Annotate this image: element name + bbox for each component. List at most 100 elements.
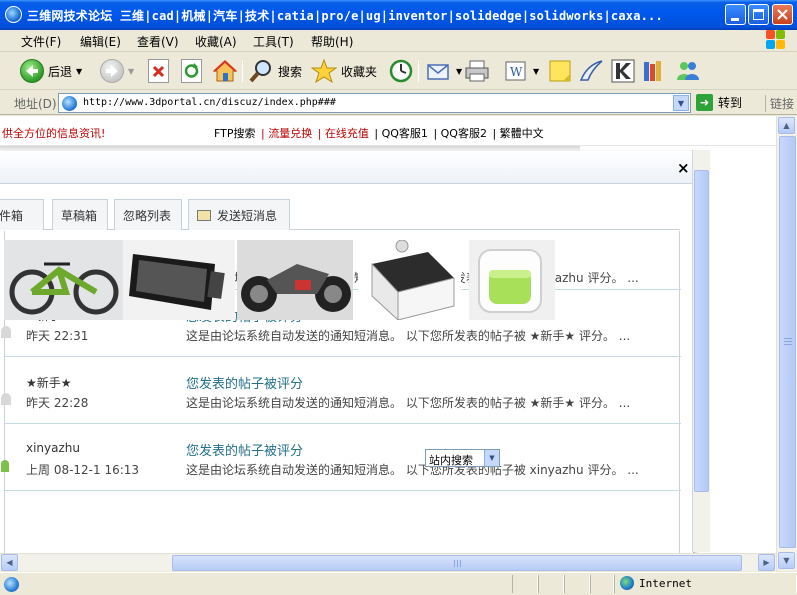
window-titlebar[interactable]: 三维网技术论坛 三维|cad|机械|汽车|技术|catia|pro/e|ug|i… xyxy=(0,0,797,30)
message-subject-link[interactable]: 您发表的帖子被评分 xyxy=(186,373,303,392)
go-arrow-icon: ➜ xyxy=(696,94,713,111)
forward-button[interactable]: ▼ xyxy=(100,56,134,86)
refresh-button[interactable] xyxy=(181,56,202,86)
mail-icon xyxy=(427,64,449,80)
menu-file[interactable]: 文件(F) xyxy=(21,33,61,50)
links-button[interactable]: 链接 xyxy=(765,95,794,112)
bicycle-thumbnail[interactable] xyxy=(4,240,123,320)
star-icon xyxy=(311,58,337,84)
nav-link-traffic-exchange[interactable]: | 流量兑换 xyxy=(261,127,312,140)
menu-bar: 文件(F) 编辑(E) 查看(V) 收藏(A) 工具(T) 帮助(H) xyxy=(0,30,797,52)
stop-icon xyxy=(148,59,169,83)
favorites-button[interactable]: 收藏夹 xyxy=(311,56,377,86)
page-viewport[interactable]: 供全方位的信息资讯! FTP搜索 | 流量兑换 | 在线充值 | QQ客服1 |… xyxy=(0,116,776,553)
back-dropdown-icon[interactable]: ▼ xyxy=(76,67,82,76)
message-sender[interactable]: ★新手★ xyxy=(26,374,72,391)
research-button[interactable] xyxy=(641,56,667,86)
message-preview: 这是由论坛系统自动发送的通知短消息。 以下您所发表的帖子被 ★新手★ 评分。 .… xyxy=(186,396,631,410)
site-search-value: 站内搜索 xyxy=(429,454,473,467)
site-slogan: 供全方位的信息资讯! xyxy=(2,127,106,140)
site-search-select[interactable]: 站内搜索 ▼ xyxy=(425,449,500,467)
go-button[interactable]: ➜ 转到 xyxy=(696,94,742,111)
print-button[interactable] xyxy=(464,56,490,86)
ie-window-icon[interactable] xyxy=(5,6,22,23)
windows-logo-icon xyxy=(764,28,786,50)
nav-link-traditional-chinese[interactable]: | 繁體中文 xyxy=(492,127,543,140)
vertical-scrollbar[interactable]: ▲ ▼ xyxy=(776,116,797,571)
favorites-label: 收藏夹 xyxy=(341,64,378,79)
message-row[interactable]: ★新手★ 昨天 22:28 您发表的帖子被评分 这是由论坛系统自动发送的通知短消… xyxy=(1,357,681,424)
go-label: 转到 xyxy=(718,96,743,110)
green-cup-thumbnail[interactable] xyxy=(469,240,555,320)
tablet-device-thumbnail[interactable] xyxy=(123,240,235,320)
edit-word-button[interactable]: W ▼ xyxy=(503,56,539,86)
scroll-right-icon[interactable]: ▶ xyxy=(758,554,775,571)
appliance-thumbnail[interactable] xyxy=(358,240,461,320)
motorcycle-thumbnail[interactable] xyxy=(237,240,353,320)
address-url[interactable]: http://www.3dportal.cn/discuz/index.php#… xyxy=(83,97,336,108)
msn-button[interactable] xyxy=(674,56,702,86)
edit-dropdown-icon[interactable]: ▼ xyxy=(533,67,539,76)
nav-link-online-recharge[interactable]: | 在线充值 xyxy=(318,127,369,140)
address-dropdown-icon[interactable]: ▼ xyxy=(673,95,689,111)
nav-link-ftp-search[interactable]: FTP搜索 xyxy=(214,127,256,140)
nav-link-qq-support-1[interactable]: | QQ客服1 xyxy=(374,127,428,140)
inner-scroll-thumb[interactable] xyxy=(694,170,709,492)
compose-icon xyxy=(197,210,211,221)
maximize-button[interactable] xyxy=(748,4,769,25)
chevron-down-icon[interactable]: ▼ xyxy=(484,450,499,466)
avatar xyxy=(1,460,9,472)
horizontal-scrollbar[interactable]: ◀ ▶ xyxy=(0,553,776,571)
home-button[interactable] xyxy=(212,56,238,86)
messenger-button[interactable] xyxy=(578,56,604,86)
page-inner-scrollbar[interactable] xyxy=(692,150,710,552)
forward-dropdown-icon[interactable]: ▼ xyxy=(128,67,134,76)
people-icon xyxy=(677,62,699,80)
scroll-up-icon[interactable]: ▲ xyxy=(778,117,795,134)
discuss-button[interactable] xyxy=(548,56,574,86)
vertical-scroll-thumb[interactable] xyxy=(779,136,796,548)
page-icon xyxy=(62,96,77,111)
pm-dialog: × 发件箱 草稿箱 忽略列表 发送短消息 这是由论坛系统自动发送的通知短消息。 … xyxy=(0,151,694,553)
minimize-icon xyxy=(731,18,739,21)
books-icon xyxy=(644,61,661,81)
menu-help[interactable]: 帮助(H) xyxy=(311,33,353,50)
security-zone[interactable]: Internet xyxy=(620,576,692,590)
scroll-left-icon[interactable]: ◀ xyxy=(1,554,18,571)
kaspersky-button[interactable] xyxy=(610,56,636,86)
note-icon xyxy=(549,60,571,82)
globe-icon xyxy=(620,576,634,590)
menu-favorites[interactable]: 收藏(A) xyxy=(195,33,237,50)
scroll-down-icon[interactable]: ▼ xyxy=(778,552,795,569)
svg-text:W: W xyxy=(510,65,523,79)
refresh-icon xyxy=(181,59,202,83)
k-logo-icon xyxy=(611,59,635,83)
minimize-button[interactable] xyxy=(725,4,746,25)
search-button[interactable]: 搜索 xyxy=(248,56,302,86)
back-button[interactable]: 后退 ▼ xyxy=(20,56,82,86)
dialog-header: × xyxy=(0,151,694,184)
close-button[interactable] xyxy=(772,4,793,25)
tab-ignore-list-label: 忽略列表 xyxy=(123,209,172,223)
message-row[interactable]: xinyazhu 上周 08-12-1 16:13 您发表的帖子被评分 这是由论… xyxy=(1,424,681,491)
search-label: 搜索 xyxy=(278,64,303,79)
message-preview: 这是由论坛系统自动发送的通知短消息。 以下您所发表的帖子被 xinyazhu 评… xyxy=(186,463,639,477)
history-button[interactable] xyxy=(388,56,414,86)
menu-edit[interactable]: 编辑(E) xyxy=(80,33,121,50)
nav-link-qq-support-2[interactable]: | QQ客服2 xyxy=(433,127,487,140)
menu-view[interactable]: 查看(V) xyxy=(137,33,179,50)
avatar xyxy=(1,393,11,405)
address-input[interactable]: http://www.3dportal.cn/discuz/index.php#… xyxy=(58,93,691,113)
mail-dropdown-icon[interactable]: ▼ xyxy=(456,67,462,76)
stop-button[interactable] xyxy=(148,56,169,86)
page-status-icon xyxy=(4,577,19,592)
mail-button[interactable]: ▼ xyxy=(426,56,462,86)
message-subject-link[interactable]: 您发表的帖子被评分 xyxy=(186,440,303,459)
menu-tools[interactable]: 工具(T) xyxy=(253,33,294,50)
status-bar: Internet xyxy=(0,572,797,595)
horizontal-scroll-thumb[interactable] xyxy=(172,555,742,571)
dialog-close-icon[interactable]: × xyxy=(677,161,690,176)
message-time: 昨天 22:28 xyxy=(26,396,89,410)
message-sender[interactable]: xinyazhu xyxy=(26,441,80,455)
avatar xyxy=(1,326,11,338)
